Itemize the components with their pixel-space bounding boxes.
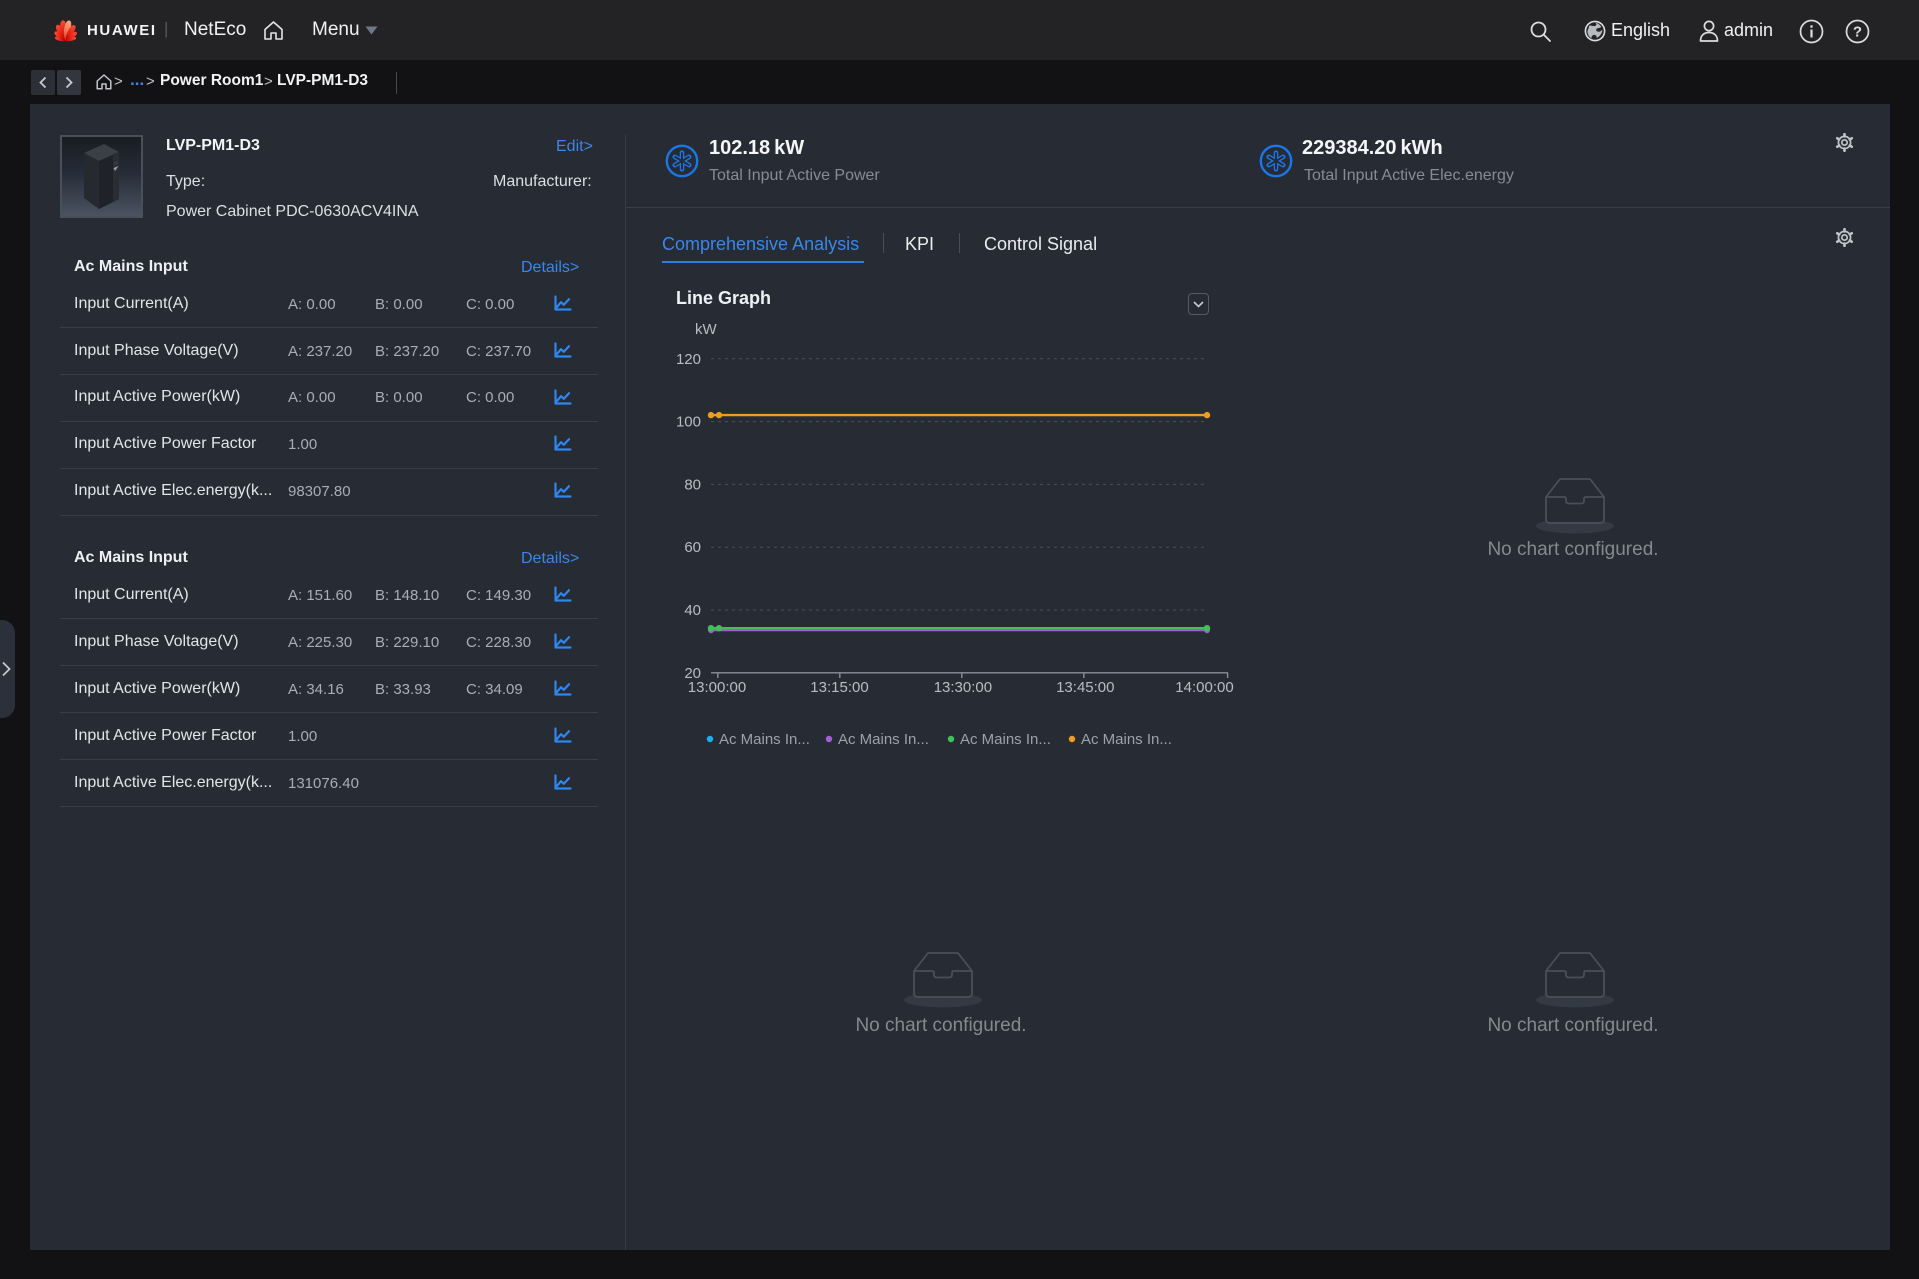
svg-text:13:30:00: 13:30:00 <box>934 679 992 696</box>
svg-text:120: 120 <box>676 351 701 368</box>
svg-text:13:15:00: 13:15:00 <box>810 679 868 696</box>
svg-text:?: ? <box>1853 24 1862 41</box>
svg-text:60: 60 <box>684 539 701 556</box>
svg-text:13:45:00: 13:45:00 <box>1056 679 1114 696</box>
svg-text:40: 40 <box>684 602 701 619</box>
svg-text:13:00:00: 13:00:00 <box>688 679 746 696</box>
svg-text:14:00:00: 14:00:00 <box>1175 679 1233 696</box>
svg-text:80: 80 <box>684 476 701 493</box>
svg-text:100: 100 <box>676 414 701 431</box>
